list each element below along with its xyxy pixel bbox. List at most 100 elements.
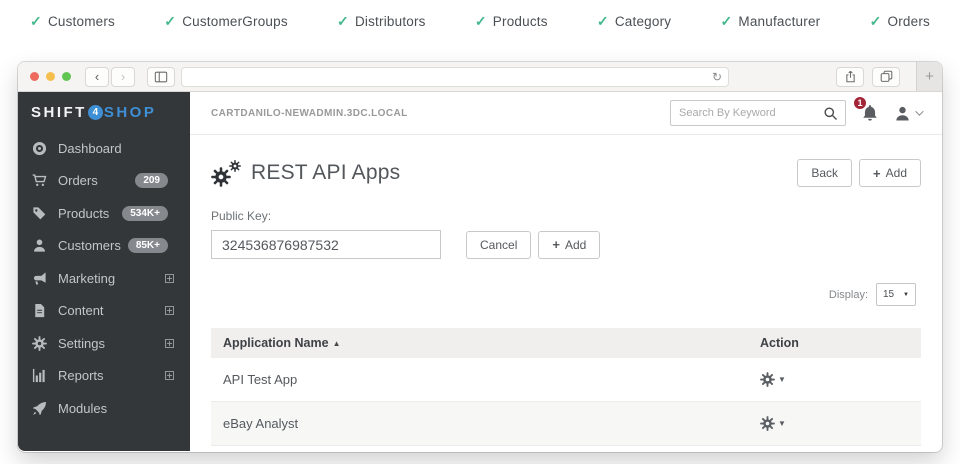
customers-count-badge: 85K+ (128, 238, 168, 253)
add-app-button[interactable]: +Add (859, 159, 921, 187)
shift4shop-logo[interactable]: SHIFT4SHOP (18, 92, 190, 132)
gear-icon (760, 372, 775, 387)
cancel-button[interactable]: Cancel (466, 231, 531, 259)
nav-orders[interactable]: ✓Orders (870, 13, 930, 30)
expand-plus-icon[interactable] (165, 339, 174, 348)
page-size-value: 15 (883, 289, 894, 300)
minimize-window-icon[interactable] (46, 72, 55, 81)
notifications-button[interactable]: 1 (861, 104, 879, 122)
sidebar-item-label: Settings (58, 336, 165, 351)
tags-icon (31, 206, 48, 221)
add-label: Add (886, 166, 907, 180)
add-key-button[interactable]: +Add (538, 231, 600, 259)
display-label: Display: (829, 289, 868, 301)
search-icon[interactable] (823, 106, 838, 121)
account-menu-button[interactable] (894, 105, 921, 122)
app-name: API Test App (223, 372, 744, 387)
nav-products[interactable]: ✓ Products (475, 13, 548, 30)
browser-forward-button[interactable]: › (111, 67, 135, 87)
logo-4-icon: 4 (88, 105, 103, 120)
megaphone-icon (31, 271, 48, 286)
sidebar-item-products[interactable]: Products 534K+ (18, 197, 190, 230)
row-actions-button[interactable]: ▼ (760, 416, 909, 431)
app-name: eBay Analyst (223, 416, 744, 431)
sidebar-item-reports[interactable]: Reports (18, 360, 190, 393)
check-icon: ✓ (164, 13, 176, 30)
column-application-name[interactable]: Application Name ▲ (223, 336, 744, 350)
nav-customergroups[interactable]: ✓ CustomerGroups (164, 13, 288, 30)
display-controls: Display: 15 ▼ (190, 259, 942, 320)
back-button[interactable]: Back (797, 159, 852, 187)
user-icon (894, 105, 911, 122)
tab-overview-button[interactable] (872, 67, 900, 87)
nav-label: Category (615, 14, 671, 29)
chevron-down-icon (915, 107, 923, 115)
nav-customers[interactable]: ✓Customers (30, 13, 115, 30)
nav-label: Distributors (355, 14, 426, 29)
expand-plus-icon[interactable] (165, 306, 174, 315)
sidebar-toggle-button[interactable] (147, 67, 175, 87)
nav-label: Customers (48, 14, 115, 29)
check-icon: ✓ (720, 13, 732, 30)
sidebar-item-settings[interactable]: Settings (18, 327, 190, 360)
logo-text: SHIFT (31, 104, 87, 121)
address-input[interactable] (188, 71, 712, 83)
nav-distributors[interactable]: ✓ Distributors (337, 13, 426, 30)
browser-toolbar: ‹ › ↻ + (18, 62, 942, 92)
column-action: Action (744, 336, 909, 350)
table-row: eBay Analyst ▼ (211, 402, 921, 446)
sidebar-item-dashboard[interactable]: Dashboard (18, 132, 190, 165)
nav-label: Products (493, 14, 548, 29)
close-window-icon[interactable] (30, 72, 39, 81)
browser-window: ‹ › ↻ + SHIFT4SHOP Dash (18, 62, 942, 452)
store-domain: CARTDANILO-NEWADMIN.3DC.LOCAL (211, 108, 408, 119)
check-icon: ✓ (597, 13, 609, 30)
nav-label: Orders (888, 14, 930, 29)
new-tab-button[interactable]: + (916, 62, 942, 91)
sidebar-item-customers[interactable]: Customers 85K+ (18, 230, 190, 263)
sort-asc-icon: ▲ (333, 339, 341, 348)
tabs-icon (880, 70, 893, 83)
check-icon: ✓ (337, 13, 349, 30)
cancel-label: Cancel (480, 238, 517, 252)
share-button[interactable] (836, 67, 864, 87)
sidebar-toggle-icon (154, 70, 168, 84)
select-caret-icon: ▼ (903, 292, 909, 298)
sidebar-item-label: Modules (58, 401, 177, 416)
address-bar[interactable]: ↻ (181, 67, 729, 87)
logo-text: SHOP (104, 104, 157, 121)
check-icon: ✓ (475, 13, 487, 30)
row-actions-button[interactable]: ▼ (760, 372, 909, 387)
page-title: REST API Apps (251, 161, 400, 185)
expand-plus-icon[interactable] (165, 371, 174, 380)
zoom-window-icon[interactable] (62, 72, 71, 81)
nav-category[interactable]: ✓ Category (597, 13, 671, 30)
sidebar-item-content[interactable]: Content (18, 295, 190, 328)
caret-down-icon: ▼ (778, 419, 786, 428)
page-size-select[interactable]: 15 ▼ (876, 283, 916, 306)
nav-manufacturer[interactable]: ✓Manufacturer (720, 13, 820, 30)
user-icon (31, 238, 48, 253)
gear-icon (760, 416, 775, 431)
rocket-icon (31, 401, 48, 416)
keyword-search[interactable] (670, 100, 846, 126)
sidebar-item-modules[interactable]: Modules (18, 392, 190, 425)
window-controls[interactable] (30, 72, 71, 81)
sidebar-item-orders[interactable]: Orders 209 (18, 165, 190, 198)
column-label: Application Name (223, 336, 329, 350)
browser-back-button[interactable]: ‹ (85, 67, 109, 87)
table-header: Application Name ▲ Action (211, 328, 921, 358)
file-icon (31, 303, 48, 318)
share-icon (844, 70, 857, 83)
refresh-icon[interactable]: ↻ (712, 71, 722, 83)
admin-top-bar: CARTDANILO-NEWADMIN.3DC.LOCAL 1 (190, 92, 942, 135)
admin-sidebar: SHIFT4SHOP Dashboard Orders 209 Products… (18, 92, 190, 451)
public-key-label: Public Key: (211, 209, 921, 223)
sidebar-item-marketing[interactable]: Marketing (18, 262, 190, 295)
public-key-form: Public Key: Cancel +Add (190, 209, 942, 259)
expand-plus-icon[interactable] (165, 274, 174, 283)
public-key-input[interactable] (211, 230, 441, 259)
nav-label: CustomerGroups (182, 14, 288, 29)
search-input[interactable] (671, 107, 823, 119)
sidebar-item-label: Reports (58, 368, 165, 383)
